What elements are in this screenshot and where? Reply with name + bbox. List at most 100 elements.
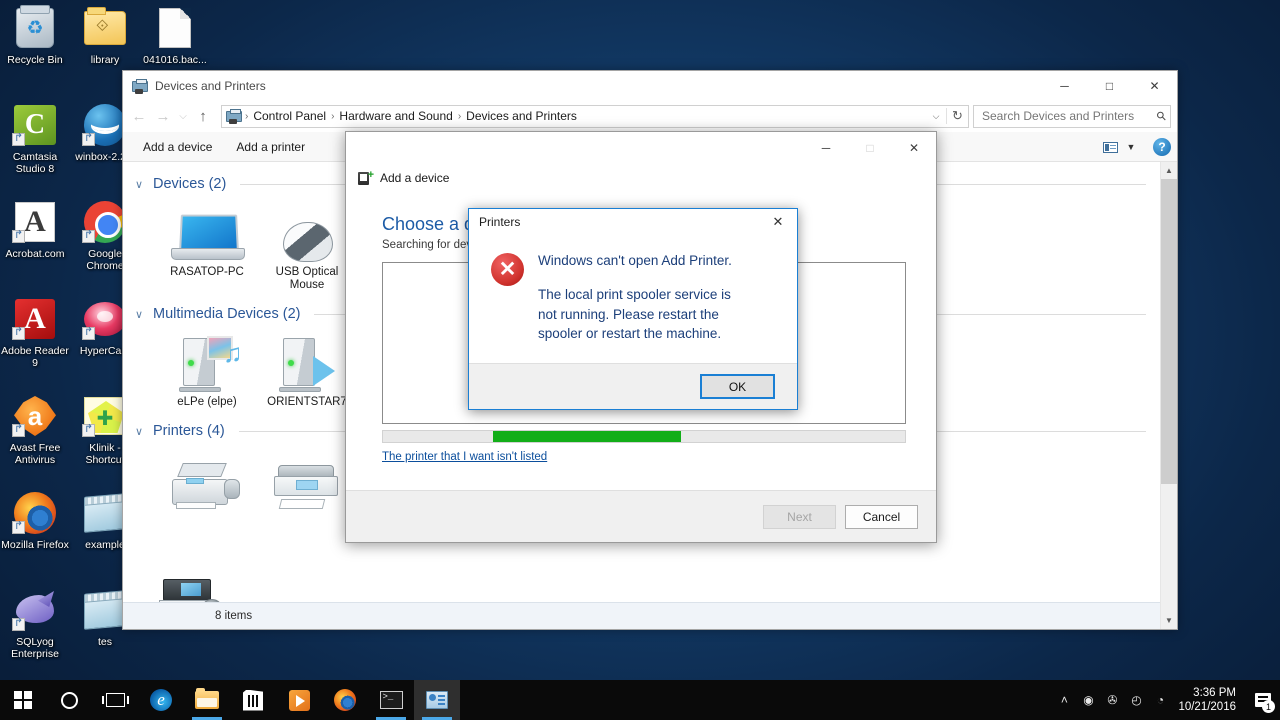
progress-chunk (492, 431, 681, 442)
desktop-icon-label: 041016.bac... (143, 54, 207, 66)
volume-icon[interactable]: ◔ (1148, 680, 1172, 720)
cancel-button[interactable]: Cancel (845, 504, 918, 529)
chevron-down-icon[interactable]: ∨ (135, 425, 147, 438)
desktop-icon[interactable]: SQLyog Enterprise (0, 582, 70, 679)
chevron-down-icon[interactable]: ∨ (135, 178, 147, 191)
generic-file-icon (152, 5, 198, 51)
desktop-icon-label: Recycle Bin (7, 54, 63, 66)
media-player-tower-icon (277, 330, 337, 392)
history-dropdown-icon[interactable]: ⌵ (175, 104, 191, 128)
error-x-icon: ✕ (491, 253, 524, 286)
adobe-reader-icon (12, 296, 58, 342)
clock[interactable]: 3:36 PM 10/21/2016 (1172, 686, 1246, 714)
edge-icon (150, 689, 172, 711)
wizard-header-label: Add a device (380, 171, 450, 185)
toolbar-right-group: ▼ ? (1099, 132, 1171, 162)
desktop-icon-label: Adobe Reader 9 (1, 345, 69, 369)
desktop-icon[interactable]: Avast Free Antivirus (0, 388, 70, 485)
onedrive-or-app-icon[interactable]: ◉ (1076, 680, 1100, 720)
search-progress-bar (382, 430, 906, 443)
scroll-down-icon[interactable]: ▼ (1161, 612, 1178, 629)
desktop-icon[interactable]: Camtasia Studio 8 (0, 97, 70, 194)
error-headline: Windows can't open Add Printer. (538, 253, 732, 268)
wizard-minimize-button[interactable]: ─ (804, 132, 848, 164)
cortana-circle-icon (60, 691, 78, 709)
action-center-button[interactable]: 1 (1246, 680, 1280, 720)
printer-not-listed-link[interactable]: The printer that I want isn't listed (382, 451, 547, 463)
add-a-printer-button[interactable]: Add a printer (224, 136, 317, 158)
error-dialog-title: Printers (479, 215, 521, 229)
help-icon[interactable]: ? (1153, 138, 1171, 156)
breadcrumb-hardware-and-sound[interactable]: Hardware and Sound (335, 109, 456, 123)
error-message-block: Windows can't open Add Printer. The loca… (538, 251, 753, 363)
ok-button[interactable]: OK (700, 374, 775, 399)
wizard-title-bar[interactable]: ─ □ ✕ (346, 132, 936, 166)
firefox-button[interactable] (322, 680, 368, 720)
device-item[interactable]: ORIENTSTAR7 (257, 324, 357, 409)
printer-item[interactable] (157, 441, 257, 513)
microsoft-store-button[interactable] (230, 680, 276, 720)
close-button[interactable]: ✕ (1132, 71, 1177, 100)
scroll-up-icon[interactable]: ▲ (1161, 162, 1178, 179)
task-view-button[interactable] (92, 680, 138, 720)
device-label: eLPe (elpe) (177, 396, 237, 408)
device-item[interactable]: USB Optical Mouse (257, 194, 357, 292)
device-label: ORIENTSTAR7 (267, 396, 347, 408)
device-item[interactable]: RASATOP-PC (157, 194, 257, 292)
error-dialog-body: ✕ Windows can't open Add Printer. The lo… (469, 235, 797, 363)
wizard-close-button[interactable]: ✕ (892, 132, 936, 164)
search-placeholder: Search Devices and Printers (982, 109, 1135, 123)
network-icon[interactable]: ◴ (1124, 680, 1148, 720)
fax-printer-icon (170, 447, 244, 509)
breadcrumb-devices-and-printers[interactable]: Devices and Printers (462, 109, 581, 123)
view-dropdown-icon[interactable]: ▼ (1123, 142, 1139, 152)
add-a-device-button[interactable]: Add a device (131, 136, 224, 158)
desktop-icon[interactable]: Recycle Bin (0, 0, 70, 97)
desktop-icon[interactable]: Acrobat.com (0, 194, 70, 291)
device-label: RASATOP-PC (170, 266, 244, 278)
cortana-search-button[interactable] (46, 680, 92, 720)
edge-button[interactable] (138, 680, 184, 720)
device-item[interactable]: ♫ eLPe (elpe) (157, 324, 257, 409)
scrollbar-track[interactable] (1160, 179, 1177, 612)
change-view-icon[interactable] (1099, 136, 1121, 158)
up-icon[interactable]: ↑ (191, 104, 215, 128)
maximize-button[interactable]: □ (1087, 71, 1132, 100)
address-bar[interactable]: › Control Panel › Hardware and Sound › D… (221, 104, 969, 128)
error-dialog-title-bar[interactable]: Printers ✕ (469, 209, 797, 235)
desktop-icon[interactable]: Mozilla Firefox (0, 485, 70, 582)
minimize-button[interactable]: ─ (1042, 71, 1087, 100)
chevron-down-icon[interactable]: ∨ (135, 308, 147, 321)
clock-date: 10/21/2016 (1178, 701, 1236, 713)
taskbar: ˄ ◉ ✇ ◴ ◔ 3:36 PM 10/21/2016 1 (0, 680, 1280, 720)
forward-icon[interactable]: → (151, 104, 175, 128)
refresh-icon[interactable]: ↻ (946, 108, 968, 124)
error-dialog-close-button[interactable]: ✕ (759, 209, 797, 235)
sqlyog-icon (12, 587, 58, 633)
recycle-bin-icon (12, 5, 58, 51)
desktop-icon[interactable]: Adobe Reader 9 (0, 291, 70, 388)
file-explorer-button[interactable] (184, 680, 230, 720)
add-device-icon: + (358, 169, 374, 186)
scrollbar-thumb[interactable] (1160, 179, 1177, 484)
show-hidden-icons-icon[interactable]: ˄ (1052, 680, 1076, 720)
search-input[interactable]: Search Devices and Printers ⚲ (973, 104, 1171, 128)
back-icon[interactable]: ← (127, 104, 151, 128)
desktop-icon-label: library (90, 54, 120, 66)
start-button[interactable] (0, 680, 46, 720)
camtasia-icon (12, 102, 58, 148)
desktop-icon-label: tes (97, 636, 112, 648)
media-player-button[interactable] (276, 680, 322, 720)
command-prompt-button[interactable] (368, 680, 414, 720)
window-title-bar[interactable]: Devices and Printers ─ □ ✕ (123, 71, 1177, 100)
vertical-scrollbar[interactable]: ▲ ▼ (1160, 162, 1177, 629)
printer-item[interactable] (257, 441, 357, 513)
printer-tray-icon[interactable]: ✇ (1100, 680, 1124, 720)
avast-icon (12, 393, 58, 439)
task-view-icon (101, 693, 129, 707)
breadcrumb-control-panel[interactable]: Control Panel (249, 109, 330, 123)
devices-printers-taskbar-button[interactable] (414, 680, 460, 720)
address-dropdown-icon[interactable]: ⌵ (926, 111, 946, 122)
status-bar: 8 items (123, 602, 1160, 629)
window-title: Devices and Printers (155, 78, 266, 93)
